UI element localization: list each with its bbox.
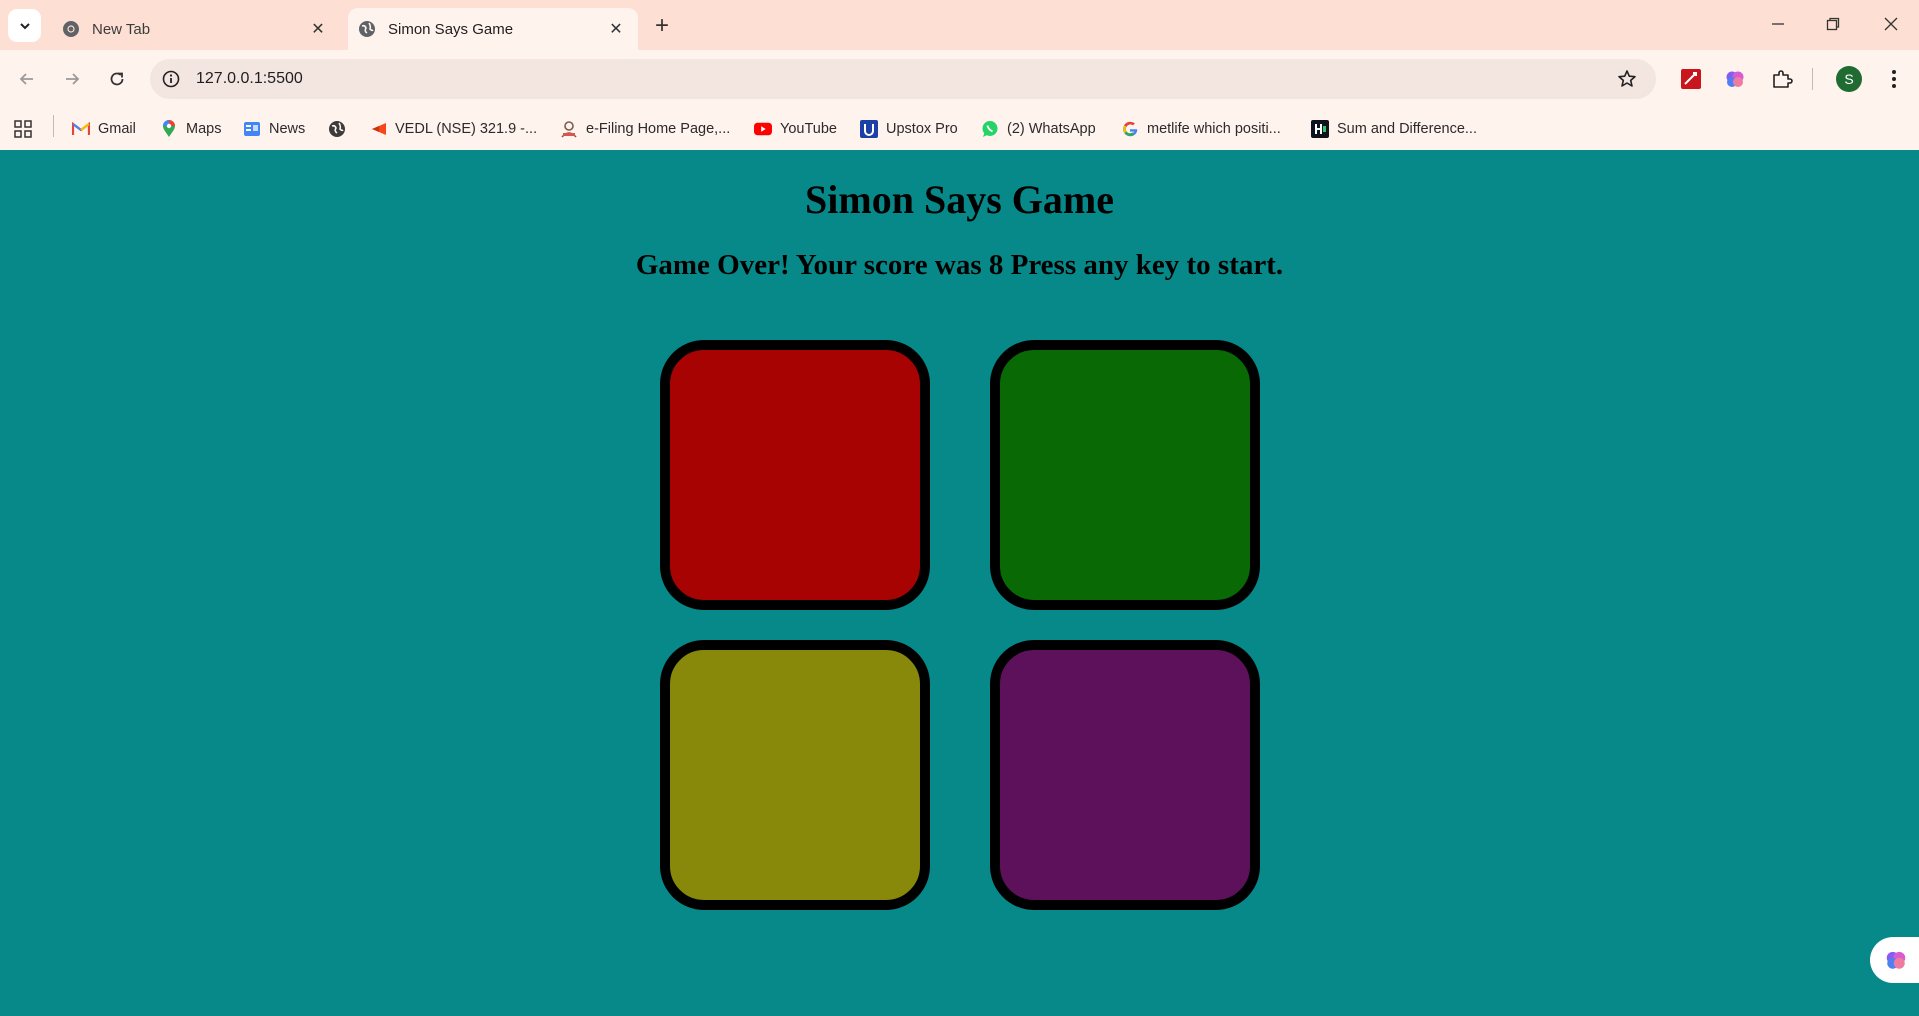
bookmark-vedl[interactable]: VEDL (NSE) 321.9 -... bbox=[369, 116, 537, 142]
forward-button[interactable] bbox=[56, 63, 88, 95]
bookmark-youtube[interactable]: YouTube bbox=[754, 116, 837, 142]
maps-icon bbox=[160, 120, 178, 138]
bookmark-news[interactable]: News bbox=[243, 116, 305, 142]
efiling-icon bbox=[560, 120, 578, 138]
bookmark-label: Gmail bbox=[98, 121, 136, 137]
bookmark-efiling[interactable]: e-Filing Home Page,... bbox=[560, 116, 730, 142]
whatsapp-icon bbox=[981, 120, 999, 138]
kite-icon bbox=[369, 120, 387, 138]
back-button[interactable] bbox=[11, 63, 43, 95]
profile-avatar[interactable]: S bbox=[1836, 66, 1862, 92]
google-icon bbox=[1121, 120, 1139, 138]
close-icon[interactable]: ✕ bbox=[604, 17, 628, 41]
apps-grid-button[interactable] bbox=[13, 116, 33, 142]
bookmark-label: Sum and Difference... bbox=[1337, 121, 1477, 137]
tab-title: New Tab bbox=[92, 20, 151, 38]
bookmark-label: VEDL (NSE) 321.9 -... bbox=[395, 121, 538, 137]
apps-grid-icon bbox=[14, 120, 32, 138]
tab-title: Simon Says Game bbox=[388, 20, 514, 38]
bookmark-label: metlife which positi... bbox=[1147, 121, 1281, 137]
purple-button[interactable] bbox=[990, 640, 1260, 910]
bookmark-label: YouTube bbox=[780, 121, 837, 137]
page-content: Simon Says Game Game Over! Your score wa… bbox=[0, 150, 1919, 1016]
bookmarks-separator bbox=[53, 115, 54, 137]
close-window-button[interactable] bbox=[1869, 6, 1913, 42]
youtube-icon bbox=[754, 120, 772, 138]
bookmark-star-icon[interactable] bbox=[1614, 66, 1640, 92]
globe-icon bbox=[328, 120, 346, 138]
bookmark-label: (2) WhatsApp bbox=[1007, 121, 1096, 137]
bookmark-upstox[interactable]: Upstox Pro bbox=[860, 116, 958, 142]
bookmark-globe[interactable] bbox=[328, 116, 354, 142]
menu-kebab-icon[interactable] bbox=[1879, 64, 1909, 94]
gmail-icon bbox=[72, 120, 90, 138]
toolbar-separator bbox=[1812, 68, 1813, 90]
bookmarks-bar: Gmail Maps News VEDL (NSE) 321.9 -... e-… bbox=[0, 108, 1919, 150]
brain-icon bbox=[1886, 951, 1906, 969]
browser-toolbar: 127.0.0.1:5500 S bbox=[0, 50, 1919, 108]
bookmark-label: Upstox Pro bbox=[886, 121, 958, 137]
extensions-puzzle-icon[interactable] bbox=[1767, 64, 1797, 94]
game-status-text: Game Over! Your score was 8 Press any ke… bbox=[635, 249, 1284, 281]
restore-button[interactable] bbox=[1811, 6, 1855, 42]
tab-new-tab[interactable]: New Tab ✕ bbox=[52, 8, 340, 50]
site-info-icon[interactable] bbox=[160, 68, 182, 90]
reload-button[interactable] bbox=[101, 63, 133, 95]
restore-icon bbox=[1826, 17, 1840, 31]
close-icon bbox=[1884, 17, 1898, 31]
chrome-icon bbox=[62, 20, 80, 38]
globe-icon bbox=[358, 20, 376, 38]
tab-simon-says-game[interactable]: Simon Says Game ✕ bbox=[348, 8, 638, 50]
tab-search-button[interactable] bbox=[8, 9, 41, 42]
upstox-icon bbox=[860, 120, 878, 138]
pdf-extension-icon[interactable] bbox=[1676, 64, 1706, 94]
bookmark-metlife[interactable]: metlife which positi... bbox=[1121, 116, 1281, 142]
minimize-icon bbox=[1772, 23, 1784, 25]
reload-icon bbox=[110, 72, 124, 86]
address-bar[interactable]: 127.0.0.1:5500 bbox=[150, 59, 1656, 99]
red-button[interactable] bbox=[660, 340, 930, 610]
bookmark-sum-and-difference[interactable]: Sum and Difference... bbox=[1311, 116, 1477, 142]
hackerrank-icon bbox=[1311, 120, 1329, 138]
bookmark-label: e-Filing Home Page,... bbox=[586, 121, 731, 137]
chevron-down-icon bbox=[19, 22, 30, 29]
new-tab-button[interactable]: + bbox=[648, 12, 676, 40]
arrow-left-icon bbox=[19, 73, 33, 85]
url-text[interactable]: 127.0.0.1:5500 bbox=[196, 70, 1614, 88]
floating-assistant-button[interactable] bbox=[1870, 937, 1919, 983]
bookmark-maps[interactable]: Maps bbox=[160, 116, 221, 142]
green-button[interactable] bbox=[990, 340, 1260, 610]
bookmark-label: News bbox=[269, 121, 306, 137]
arrow-right-icon bbox=[66, 73, 80, 85]
bookmark-gmail[interactable]: Gmail bbox=[72, 116, 136, 142]
brain-extension-icon[interactable] bbox=[1720, 64, 1750, 94]
minimize-button[interactable] bbox=[1756, 6, 1800, 42]
close-icon[interactable]: ✕ bbox=[306, 17, 330, 41]
news-icon bbox=[243, 120, 261, 138]
bookmark-whatsapp[interactable]: (2) WhatsApp bbox=[981, 116, 1096, 142]
page-title: Simon Says Game bbox=[805, 177, 1114, 222]
bookmark-label: Maps bbox=[186, 121, 222, 137]
tab-strip: New Tab ✕ Simon Says Game ✕ + bbox=[0, 0, 1919, 50]
yellow-button[interactable] bbox=[660, 640, 930, 910]
